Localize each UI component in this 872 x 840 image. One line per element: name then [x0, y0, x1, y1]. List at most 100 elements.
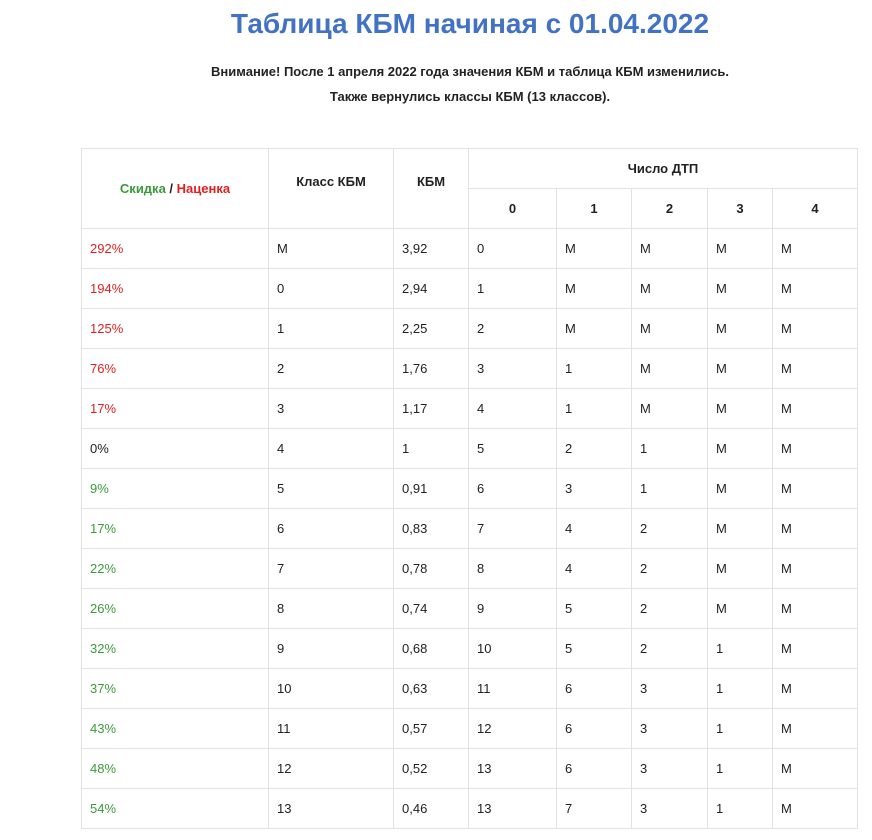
cell-discount-surcharge: 9% — [81, 468, 269, 509]
cell-accidents-0: 10 — [468, 628, 557, 669]
cell-accidents-3: М — [707, 348, 773, 389]
cell-accidents-3: М — [707, 428, 773, 469]
cell-accidents-3: 1 — [707, 628, 773, 669]
cell-kbm: 0,52 — [393, 748, 469, 789]
cell-kbm: 2,94 — [393, 268, 469, 309]
cell-accidents-4: М — [772, 348, 858, 389]
cell-kbm: 0,57 — [393, 708, 469, 749]
cell-discount-surcharge: 43% — [81, 708, 269, 749]
header-surcharge-label: Наценка — [176, 181, 231, 196]
header-kbm-class: Класс КБМ — [268, 148, 394, 229]
cell-accidents-0: 6 — [468, 468, 557, 509]
cell-accidents-4: М — [772, 268, 858, 309]
cell-kbm-class: 0 — [268, 268, 394, 309]
cell-accidents-2: 3 — [631, 748, 708, 789]
cell-accidents-4: М — [772, 748, 858, 789]
cell-accidents-3: М — [707, 508, 773, 549]
cell-discount-surcharge: 0% — [81, 428, 269, 469]
notice-line-2: Также вернулись классы КБМ (13 классов). — [329, 89, 611, 104]
cell-accidents-0: 8 — [468, 548, 557, 589]
cell-accidents-4: М — [772, 548, 858, 589]
cell-discount-surcharge: 194% — [81, 268, 269, 309]
cell-kbm: 0,91 — [393, 468, 469, 509]
table-row: 26% 8 0,74 9 5 2 М М — [81, 588, 858, 629]
cell-accidents-3: 1 — [707, 708, 773, 749]
cell-accidents-4: М — [772, 388, 858, 429]
cell-kbm: 1 — [393, 428, 469, 469]
cell-kbm: 0,46 — [393, 788, 469, 829]
cell-accidents-1: 4 — [556, 548, 632, 589]
cell-accidents-3: М — [707, 468, 773, 509]
cell-accidents-4: М — [772, 308, 858, 349]
cell-accidents-2: 3 — [631, 708, 708, 749]
cell-accidents-2: 3 — [631, 668, 708, 709]
cell-discount-surcharge: 37% — [81, 668, 269, 709]
cell-accidents-3: 1 — [707, 668, 773, 709]
cell-accidents-0: 2 — [468, 308, 557, 349]
cell-accidents-1: 4 — [556, 508, 632, 549]
cell-kbm-class: 6 — [268, 508, 394, 549]
cell-accidents-0: 4 — [468, 388, 557, 429]
cell-accidents-4: М — [772, 668, 858, 709]
cell-accidents-0: 13 — [468, 748, 557, 789]
table-row: 125% 1 2,25 2 М М М М — [81, 308, 858, 349]
header-accidents-4: 4 — [772, 188, 858, 229]
cell-discount-surcharge: 26% — [81, 588, 269, 629]
cell-accidents-1: М — [556, 308, 632, 349]
cell-accidents-0: 0 — [468, 228, 557, 269]
table-row: 54% 13 0,46 13 7 3 1 М — [81, 788, 858, 829]
cell-accidents-0: 1 — [468, 268, 557, 309]
cell-accidents-4: М — [772, 788, 858, 829]
cell-accidents-4: М — [772, 628, 858, 669]
notice-line-1: Внимание! После 1 апреля 2022 года значе… — [211, 64, 729, 79]
cell-accidents-3: М — [707, 388, 773, 429]
table-row: 292% М 3,92 0 М М М М — [81, 228, 858, 269]
cell-accidents-4: М — [772, 708, 858, 749]
header-discount-surcharge: Скидка / Наценка — [81, 148, 269, 229]
table-body: 292% М 3,92 0 М М М М 194% 0 2,94 1 М М М М 125% 1 2,25 2 М М… — [81, 228, 858, 829]
cell-kbm: 0,74 — [393, 588, 469, 629]
cell-accidents-1: 6 — [556, 748, 632, 789]
cell-discount-surcharge: 76% — [81, 348, 269, 389]
cell-accidents-1: 6 — [556, 708, 632, 749]
cell-accidents-2: 2 — [631, 588, 708, 629]
table-row: 37% 10 0,63 11 6 3 1 М — [81, 668, 858, 709]
cell-accidents-2: М — [631, 308, 708, 349]
cell-discount-surcharge: 17% — [81, 388, 269, 429]
cell-accidents-2: М — [631, 348, 708, 389]
table-row: 9% 5 0,91 6 3 1 М М — [81, 468, 858, 509]
table-header-row: Скидка / Наценка Класс КБМ КБМ Число ДТП — [81, 148, 858, 229]
cell-accidents-1: 5 — [556, 628, 632, 669]
cell-kbm-class: 7 — [268, 548, 394, 589]
cell-kbm: 2,25 — [393, 308, 469, 349]
cell-accidents-2: 2 — [631, 548, 708, 589]
cell-discount-surcharge: 125% — [81, 308, 269, 349]
cell-accidents-4: М — [772, 428, 858, 469]
cell-accidents-4: М — [772, 508, 858, 549]
cell-accidents-0: 13 — [468, 788, 557, 829]
cell-kbm-class: 4 — [268, 428, 394, 469]
cell-accidents-3: 1 — [707, 748, 773, 789]
cell-kbm: 0,68 — [393, 628, 469, 669]
cell-kbm-class: 3 — [268, 388, 394, 429]
table-row: 76% 2 1,76 3 1 М М М — [81, 348, 858, 389]
header-accidents: Число ДТП — [468, 148, 858, 189]
cell-accidents-3: М — [707, 548, 773, 589]
cell-accidents-3: М — [707, 268, 773, 309]
table-row: 43% 11 0,57 12 6 3 1 М — [81, 708, 858, 749]
header-accidents-2: 2 — [631, 188, 708, 229]
cell-discount-surcharge: 22% — [81, 548, 269, 589]
table-row: 32% 9 0,68 10 5 2 1 М — [81, 628, 858, 669]
cell-accidents-2: М — [631, 388, 708, 429]
cell-kbm-class: 13 — [268, 788, 394, 829]
cell-discount-surcharge: 32% — [81, 628, 269, 669]
cell-accidents-1: 7 — [556, 788, 632, 829]
cell-accidents-1: 6 — [556, 668, 632, 709]
header-separator: / — [165, 181, 177, 196]
header-accidents-1: 1 — [556, 188, 632, 229]
cell-accidents-2: 2 — [631, 508, 708, 549]
cell-kbm: 0,78 — [393, 548, 469, 589]
cell-kbm: 0,83 — [393, 508, 469, 549]
table-row: 0% 4 1 5 2 1 М М — [81, 428, 858, 469]
cell-kbm-class: М — [268, 228, 394, 269]
